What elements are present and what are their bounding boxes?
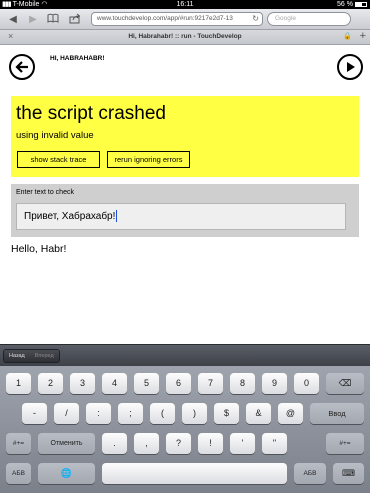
input-label: Enter text to check	[16, 189, 74, 196]
output-text: Hello, Habr!	[11, 243, 67, 255]
crash-reason: using invalid value	[16, 130, 94, 141]
back-nav-icon[interactable]: ◀	[6, 13, 20, 26]
battery-icon	[355, 1, 367, 7]
run-button[interactable]	[337, 54, 363, 80]
bookmarks-icon[interactable]	[46, 13, 60, 26]
hide-keyboard-key[interactable]: ⌨	[333, 463, 364, 484]
crash-title: the script crashed	[16, 103, 166, 124]
back-button[interactable]	[9, 54, 35, 80]
show-stack-trace-button[interactable]: show stack trace	[17, 151, 100, 168]
key-0[interactable]: 0	[294, 373, 319, 394]
key-period[interactable]: .	[102, 433, 127, 454]
symbols-key-right[interactable]: #+=	[326, 433, 364, 454]
next-field-button[interactable]: Вперед	[29, 350, 59, 362]
key-question[interactable]: ?	[166, 433, 191, 454]
symbols-key-left[interactable]: #+=	[6, 433, 31, 454]
key-comma[interactable]: ,	[134, 433, 159, 454]
key-slash[interactable]: /	[54, 403, 79, 424]
alphabet-key-right[interactable]: АБВ	[294, 463, 326, 484]
play-icon	[347, 62, 355, 72]
reload-icon[interactable]: ↻	[252, 13, 259, 25]
key-ampersand[interactable]: &	[246, 403, 271, 424]
key-open-paren[interactable]: (	[150, 403, 175, 424]
key-exclamation[interactable]: !	[198, 433, 223, 454]
key-5[interactable]: 5	[134, 373, 159, 394]
key-apostrophe[interactable]: '	[230, 433, 255, 454]
return-key[interactable]: Ввод	[310, 403, 364, 424]
key-at[interactable]: @	[278, 403, 303, 424]
tab-bar: × Hi, Habrahabr! :: run - TouchDevelop 🔒…	[0, 30, 370, 45]
key-7[interactable]: 7	[198, 373, 223, 394]
key-colon[interactable]: :	[86, 403, 111, 424]
share-icon[interactable]	[68, 13, 82, 26]
key-4[interactable]: 4	[102, 373, 127, 394]
page-title: HI, HABRAHABR!	[50, 55, 105, 62]
arrow-left-icon	[15, 61, 28, 73]
text-input[interactable]: Привет, Хабрахабр!	[16, 203, 346, 230]
key-close-paren[interactable]: )	[182, 403, 207, 424]
forward-nav-icon[interactable]: ▶	[26, 13, 40, 26]
url-field[interactable]: www.touchdevelop.com/app/#run:9217e2d7-1…	[91, 12, 263, 26]
alphabet-key-left[interactable]: АБВ	[6, 463, 31, 484]
status-time: 16:11	[176, 1, 194, 8]
rerun-ignoring-errors-button[interactable]: rerun ignoring errors	[107, 151, 190, 168]
key-2[interactable]: 2	[38, 373, 63, 394]
battery-indicator: 56 %	[337, 0, 367, 9]
keyboard-icon: ⌨	[342, 468, 355, 478]
search-field[interactable]: Google	[267, 12, 351, 26]
status-bar: ▮▮▮ T-Mobile ◠ 16:11 56 %	[0, 0, 370, 9]
text-caret	[116, 210, 118, 223]
key-9[interactable]: 9	[262, 373, 287, 394]
key-3[interactable]: 3	[70, 373, 95, 394]
key-8[interactable]: 8	[230, 373, 255, 394]
keyboard-accessory-bar: Назад Вперед	[0, 344, 370, 366]
new-tab-icon[interactable]: +	[360, 30, 366, 42]
lock-icon: 🔒	[343, 33, 352, 40]
on-screen-keyboard: 1 2 3 4 5 6 7 8 9 0 ⌫ - / : ; ( ) $ & @ …	[0, 366, 370, 493]
globe-icon: 🌐	[60, 468, 73, 478]
space-key[interactable]	[102, 463, 287, 484]
undo-key[interactable]: Отменить	[38, 433, 95, 454]
tab-title[interactable]: Hi, Habrahabr! :: run - TouchDevelop	[0, 33, 370, 40]
key-6[interactable]: 6	[166, 373, 191, 394]
form-nav-control: Назад Вперед	[3, 349, 60, 363]
key-quote[interactable]: "	[262, 433, 287, 454]
backspace-key[interactable]: ⌫	[326, 373, 364, 394]
key-dollar[interactable]: $	[214, 403, 239, 424]
browser-toolbar: ◀ ▶ www.touchdevelop.com/app/#run:9217e2…	[0, 9, 370, 30]
key-dash[interactable]: -	[22, 403, 47, 424]
globe-key[interactable]: 🌐	[38, 463, 95, 484]
input-panel: Enter text to check Привет, Хабрахабр!	[11, 184, 359, 237]
crash-panel: the script crashed using invalid value s…	[11, 96, 359, 177]
key-semicolon[interactable]: ;	[118, 403, 143, 424]
key-1[interactable]: 1	[6, 373, 31, 394]
previous-field-button[interactable]: Назад	[4, 350, 30, 362]
